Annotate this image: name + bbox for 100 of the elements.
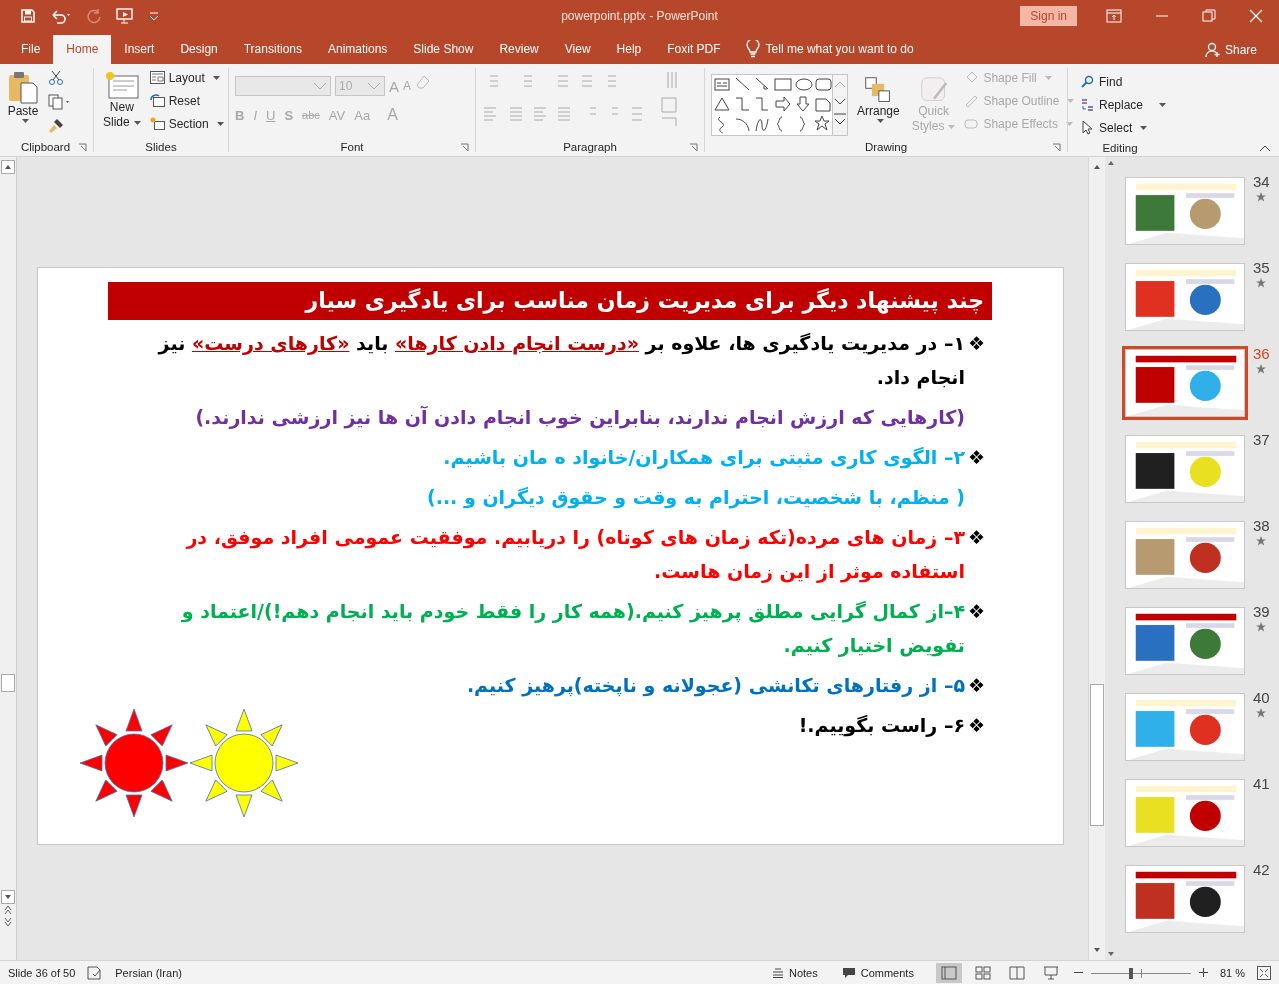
undo-icon[interactable] bbox=[50, 8, 72, 24]
arrange-icon bbox=[864, 76, 893, 104]
ribbon-tab[interactable]: Design bbox=[167, 35, 231, 64]
layout-button[interactable]: Layout bbox=[149, 68, 224, 87]
group-label: Editing bbox=[1102, 141, 1138, 154]
sign-in-button[interactable]: Sign in bbox=[1020, 6, 1077, 26]
slide-paragraph: ( منظم، با شخصیت، احترام به وقت و حقوق دیگران و ...) bbox=[426, 485, 966, 511]
rounded-rectangle-icon bbox=[964, 117, 980, 130]
caret-icon bbox=[948, 124, 956, 129]
scroll-down-icon[interactable] bbox=[1, 890, 15, 904]
ribbon-tab[interactable]: Help bbox=[603, 35, 655, 64]
slide-paragraph: ❖ ۳– زمان های مرده(تکه زمان های کوتاه) را دریابیم. موفقیت عمومی افراد موفق، در استفاده موثر از این زمان هاست. bbox=[184, 525, 985, 585]
caret-icon[interactable] bbox=[148, 11, 160, 21]
slide-paragraph: ❖ ۲– الگوی کاری مثبتی برای همکاران/خانواد ه مان باشیم. bbox=[442, 445, 985, 471]
ribbon-tab[interactable]: Review bbox=[486, 35, 552, 64]
restore-icon[interactable] bbox=[1202, 9, 1216, 23]
save-icon[interactable] bbox=[20, 8, 36, 24]
slide-number: 39 bbox=[1253, 603, 1270, 620]
slide-counter: Slide 36 of 50 bbox=[8, 966, 76, 979]
ribbon-tab[interactable]: Animations bbox=[315, 35, 401, 64]
new-slide-icon bbox=[103, 70, 140, 100]
paste-button[interactable]: Paste bbox=[4, 68, 42, 139]
caret-icon bbox=[1044, 75, 1052, 80]
notes-button[interactable]: Notes bbox=[772, 966, 818, 979]
caret-icon bbox=[1140, 125, 1148, 130]
ribbon-tab[interactable]: Home bbox=[53, 35, 112, 64]
next-slide-icon[interactable] bbox=[3, 916, 13, 928]
arrange-button[interactable]: Arrange bbox=[854, 74, 903, 139]
ribbon-tab[interactable]: File bbox=[8, 35, 54, 64]
comments-button[interactable]: Comments bbox=[841, 966, 914, 979]
dialog-launcher-icon[interactable] bbox=[460, 143, 469, 152]
reset-icon bbox=[149, 94, 165, 107]
fit-to-window-icon[interactable] bbox=[1257, 965, 1271, 980]
shapes-gallery[interactable] bbox=[711, 74, 848, 136]
slide-paragraph: ❖ ۵– از رفتارهای تکانشی (عجولانه و ناپخته)پرهیز کنیم. bbox=[465, 673, 985, 699]
scroll-up-icon[interactable] bbox=[1, 160, 15, 174]
new-slide-button[interactable]: New Slide bbox=[100, 68, 144, 139]
slide-number: 34 bbox=[1253, 173, 1270, 190]
quick-styles-icon bbox=[919, 76, 948, 104]
section-button[interactable]: Section bbox=[149, 114, 224, 133]
reset-button[interactable]: Reset bbox=[149, 91, 224, 110]
scroll-thumb[interactable] bbox=[1, 674, 15, 692]
share-button[interactable]: Share bbox=[1204, 35, 1279, 64]
notes-icon bbox=[772, 967, 784, 978]
dialog-launcher-icon[interactable] bbox=[1052, 143, 1061, 152]
collapse-ribbon-icon[interactable] bbox=[1259, 144, 1271, 152]
zoom-in-icon[interactable] bbox=[1198, 968, 1208, 977]
ribbon-tab[interactable]: Slide Show bbox=[400, 35, 487, 64]
pencil-icon bbox=[964, 94, 980, 107]
group-label: Drawing bbox=[864, 141, 908, 154]
ribbon-tab[interactable]: Insert bbox=[111, 35, 168, 64]
caret-icon bbox=[1067, 98, 1075, 103]
caret-icon bbox=[1065, 121, 1073, 126]
zoom-level[interactable]: 81 % bbox=[1219, 966, 1245, 979]
slide-number: 40 bbox=[1253, 689, 1270, 706]
group-label: Slides bbox=[145, 141, 177, 154]
ribbon-tab[interactable]: View bbox=[551, 35, 604, 64]
paint-bucket-icon bbox=[964, 71, 980, 84]
scissors-icon[interactable] bbox=[48, 70, 64, 86]
close-icon[interactable] bbox=[1249, 9, 1263, 23]
previous-slide-icon[interactable] bbox=[3, 904, 13, 916]
group-label: Font bbox=[340, 141, 364, 154]
eraser-icon bbox=[415, 74, 432, 90]
comment-icon bbox=[841, 966, 856, 979]
chevron-icon bbox=[367, 82, 381, 90]
cursor-icon bbox=[1080, 120, 1095, 135]
find-button[interactable]: Find bbox=[1080, 72, 1166, 91]
slide-title: چند پیشنهاد دیگر برای مدیریت زمان مناسب برای یادگیری سیار bbox=[108, 282, 992, 320]
scroll-thumb[interactable] bbox=[1090, 684, 1104, 826]
slide-number: 35 bbox=[1253, 259, 1270, 276]
normal-view-icon[interactable] bbox=[935, 962, 962, 983]
redo-icon bbox=[86, 8, 102, 24]
caret-icon bbox=[1159, 102, 1166, 107]
caret-icon bbox=[133, 120, 141, 125]
group-label: Paragraph bbox=[563, 141, 617, 154]
copy-icon[interactable] bbox=[48, 94, 72, 110]
slide-paragraph: ❖ ۱– در مدیریت یادگیری ها، علاوه بر «درست انجام دادن کارها» باید «کارهای درست» نیز انجام داد. bbox=[156, 331, 985, 391]
window-title: powerpoint.pptx - PowerPoint bbox=[561, 9, 718, 23]
ribbon-tab[interactable]: Transitions bbox=[230, 35, 315, 64]
dialog-launcher-icon[interactable] bbox=[78, 143, 87, 152]
ribbon-display-icon[interactable] bbox=[1106, 9, 1122, 23]
slide-number: 38 bbox=[1253, 517, 1270, 534]
caret-icon bbox=[216, 121, 224, 126]
caret-icon bbox=[212, 75, 220, 80]
tell-me-search[interactable]: Tell me what you want to do bbox=[765, 35, 914, 64]
person-icon bbox=[1204, 41, 1221, 58]
select-button[interactable]: Select bbox=[1080, 118, 1166, 137]
slide-number: 36 bbox=[1253, 345, 1270, 362]
language-label[interactable]: Persian (Iran) bbox=[115, 966, 182, 979]
paintbrush-icon[interactable] bbox=[48, 118, 64, 134]
dialog-launcher-icon[interactable] bbox=[689, 143, 698, 152]
slide-number: 37 bbox=[1253, 431, 1270, 448]
search-icon bbox=[1080, 75, 1095, 88]
caret-icon bbox=[21, 119, 29, 123]
zoom-slider[interactable] bbox=[1090, 965, 1191, 980]
replace-button[interactable]: Replace bbox=[1080, 95, 1166, 114]
ribbon-tab[interactable]: Foxit PDF bbox=[654, 35, 734, 64]
section-icon bbox=[149, 117, 165, 130]
presentation-icon[interactable] bbox=[116, 7, 134, 25]
spelling-check-icon[interactable] bbox=[87, 965, 104, 980]
